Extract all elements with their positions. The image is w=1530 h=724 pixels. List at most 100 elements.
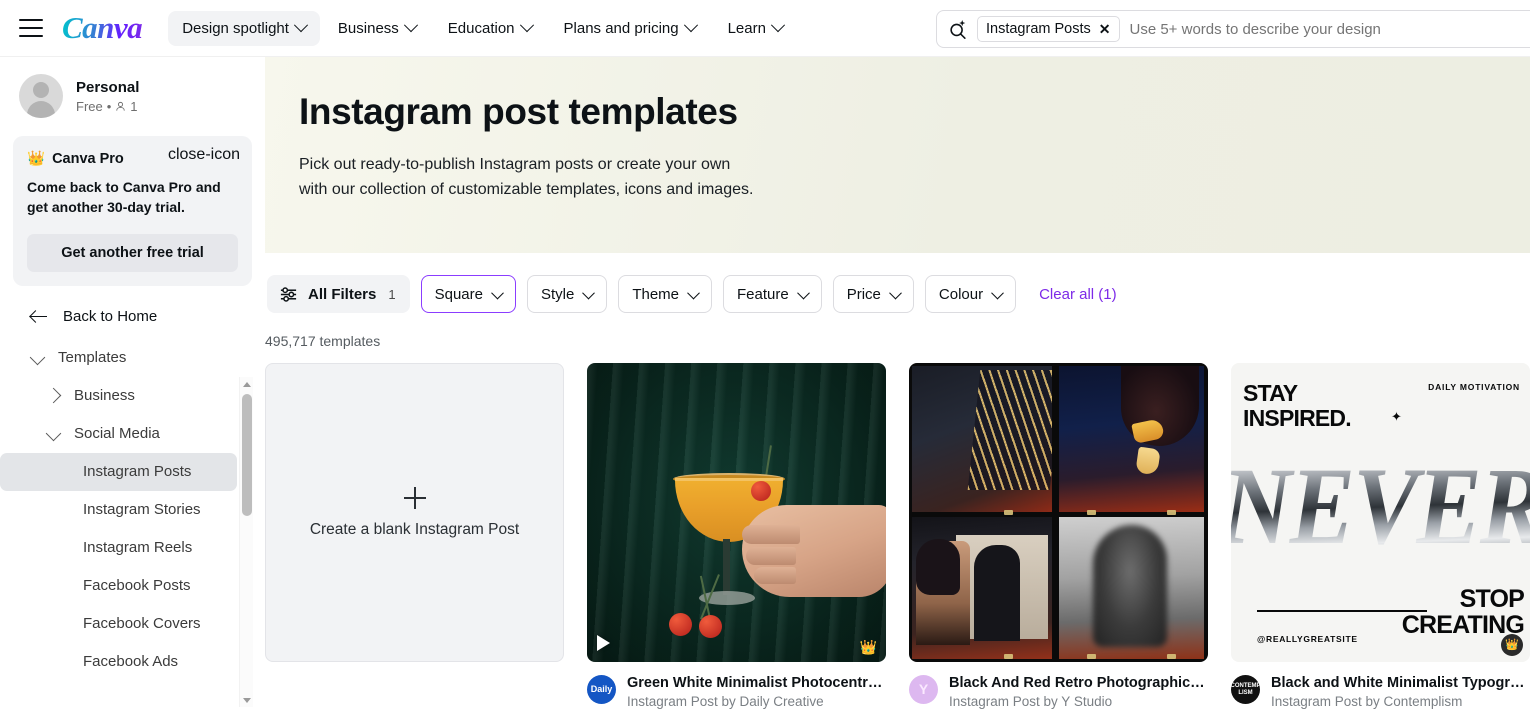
page-subtitle: Pick out ready-to-publish Instagram post…	[299, 152, 859, 204]
filter-label: Colour	[938, 285, 984, 303]
filter-button-theme[interactable]: Theme	[618, 275, 713, 313]
scrollbar-thumb[interactable]	[242, 394, 252, 516]
filter-button-price[interactable]: Price	[832, 275, 914, 313]
template-meta: CONTEMP LISM Black and White Minimalist …	[1231, 675, 1530, 709]
chevron-down-icon	[582, 286, 596, 299]
person-icon	[116, 102, 126, 111]
template-author: Instagram Post by Y Studio	[949, 694, 1113, 709]
filter-label: Style	[540, 285, 575, 303]
template-grid: Create a blank Instagram Post 👑 Daily Gr…	[265, 363, 1530, 709]
cherry	[699, 615, 722, 638]
finger	[746, 547, 796, 565]
play-icon[interactable]	[597, 635, 610, 651]
sidebar-item-facebook-posts[interactable]: Facebook Posts	[0, 567, 237, 605]
top-navigation-bar: Canva Design spotlight Business Educatio…	[0, 0, 1530, 57]
search-chip-instagram-posts[interactable]: Instagram Posts ✕	[977, 16, 1120, 42]
close-icon[interactable]: close-icon	[168, 147, 240, 163]
sidebar-item-instagram-reels[interactable]: Instagram Reels	[0, 529, 237, 567]
crown-icon: 👑	[27, 151, 46, 167]
filter-button-colour[interactable]: Colour	[924, 275, 1017, 313]
hamburger-icon[interactable]	[19, 19, 43, 37]
cherry-garnish	[751, 481, 771, 501]
template-title[interactable]: Black and White Minimalist Typogra…	[1271, 675, 1529, 691]
page-subtitle-line2: with our collection of customizable temp…	[299, 181, 754, 199]
tree-item-business[interactable]: Business	[0, 377, 265, 415]
thumb-headline-line1: STAY	[1243, 380, 1298, 406]
tree-item-label: Facebook Posts	[83, 577, 191, 595]
sidebar-item-facebook-covers[interactable]: Facebook Covers	[0, 605, 237, 643]
filter-button-square[interactable]: Square	[420, 275, 516, 313]
template-author: Instagram Post by Contemplism	[1271, 694, 1463, 709]
promo-body: Come back to Canva Pro and get another 3…	[27, 179, 221, 216]
nav-item-design-spotlight[interactable]: Design spotlight	[168, 10, 320, 46]
sidebar-item-instagram-stories[interactable]: Instagram Stories	[0, 491, 237, 529]
filter-bar: All Filters 1 Square Style Theme Feature…	[265, 275, 1530, 313]
thumb-handle: @REALLYGREATSITE	[1257, 634, 1358, 644]
collage-quadrant-top-right	[1059, 366, 1204, 512]
template-thumbnail-film-collage[interactable]	[909, 363, 1208, 662]
template-title[interactable]: Black And Red Retro Photographic Fi…	[949, 675, 1207, 691]
nav-label: Learn	[727, 19, 766, 37]
filter-label: Theme	[632, 285, 680, 303]
film-sprocket	[1004, 510, 1013, 515]
chevron-down-icon	[770, 18, 786, 33]
chevron-down-icon	[29, 349, 46, 366]
crown-icon: 👑	[859, 639, 877, 655]
shadow-silhouette	[974, 545, 1020, 641]
template-card-blank: Create a blank Instagram Post	[265, 363, 564, 709]
filter-button-style[interactable]: Style	[526, 275, 608, 313]
canva-logo[interactable]: Canva	[62, 10, 143, 46]
account-switcher[interactable]: Personal Free • 1	[0, 57, 265, 118]
avatar: Daily	[587, 675, 616, 704]
close-icon[interactable]: ✕	[1099, 22, 1111, 36]
nav-label: Business	[337, 19, 399, 37]
thumb-headline-line2: INSPIRED.	[1243, 404, 1352, 431]
all-filters-button[interactable]: All Filters 1	[267, 275, 410, 313]
chevron-down-icon	[991, 286, 1004, 299]
search-bar[interactable]: Instagram Posts ✕	[936, 10, 1530, 48]
glass-stem	[723, 539, 730, 595]
nav-label: Plans and pricing	[563, 19, 679, 37]
filter-label: Square	[434, 285, 483, 303]
nav-item-plans-and-pricing[interactable]: Plans and pricing	[550, 11, 710, 46]
nav-item-education[interactable]: Education	[434, 11, 546, 46]
back-to-home-link[interactable]: Back to Home	[30, 308, 265, 325]
template-thumbnail-typography[interactable]: STAY INSPIRED. DAILY MOTIVATION ✦ NEVER …	[1231, 363, 1530, 662]
create-blank-instagram-post-button[interactable]: Create a blank Instagram Post	[265, 363, 564, 662]
sidebar-item-instagram-posts[interactable]: Instagram Posts	[0, 452, 237, 491]
search-input[interactable]	[1129, 20, 1530, 38]
create-blank-label: Create a blank Instagram Post	[309, 520, 520, 538]
account-meta: Free • 1	[76, 99, 139, 114]
chevron-down-icon	[687, 286, 700, 299]
thumb-chrome-word: NEVER	[1231, 447, 1530, 585]
scroll-down-arrow-icon[interactable]	[240, 693, 254, 707]
filter-button-feature[interactable]: Feature	[723, 275, 822, 313]
film-sprocket	[1167, 510, 1176, 515]
get-another-free-trial-button[interactable]: Get another free trial	[27, 233, 238, 272]
nav-item-business[interactable]: Business	[324, 11, 430, 46]
sidebar-item-facebook-ads[interactable]: Facebook Ads	[0, 643, 237, 681]
avatar: CONTEMP LISM	[1231, 675, 1260, 704]
templates-tree: Templates Business Social Media Instagra…	[0, 339, 265, 681]
chevron-down-icon	[45, 425, 62, 442]
all-filters-label: All Filters	[308, 285, 377, 303]
nav-label: Education	[447, 19, 515, 37]
clear-all-filters-link[interactable]: Clear all (1)	[1039, 286, 1117, 303]
magic-search-icon	[950, 20, 966, 39]
chevron-down-icon	[796, 286, 810, 299]
finger	[742, 525, 800, 544]
template-title[interactable]: Green White Minimalist Photocentri…	[627, 675, 885, 691]
arrow-left-icon	[30, 308, 47, 325]
sidebar-scrollbar[interactable]	[239, 377, 253, 707]
tree-item-templates[interactable]: Templates	[0, 339, 265, 377]
chevron-down-icon	[491, 286, 504, 299]
film-sprocket	[1087, 654, 1096, 659]
template-meta: Y Black And Red Retro Photographic Fi… I…	[909, 675, 1208, 709]
nav-item-learn[interactable]: Learn	[714, 11, 797, 46]
tree-item-social-media[interactable]: Social Media	[0, 415, 265, 453]
results-count: 495,717 templates	[265, 333, 381, 349]
scroll-up-arrow-icon[interactable]	[240, 377, 254, 391]
thumb-headline: STAY INSPIRED.	[1243, 380, 1352, 431]
film-sprocket	[1167, 654, 1176, 659]
template-thumbnail-cocktail[interactable]: 👑	[587, 363, 886, 662]
